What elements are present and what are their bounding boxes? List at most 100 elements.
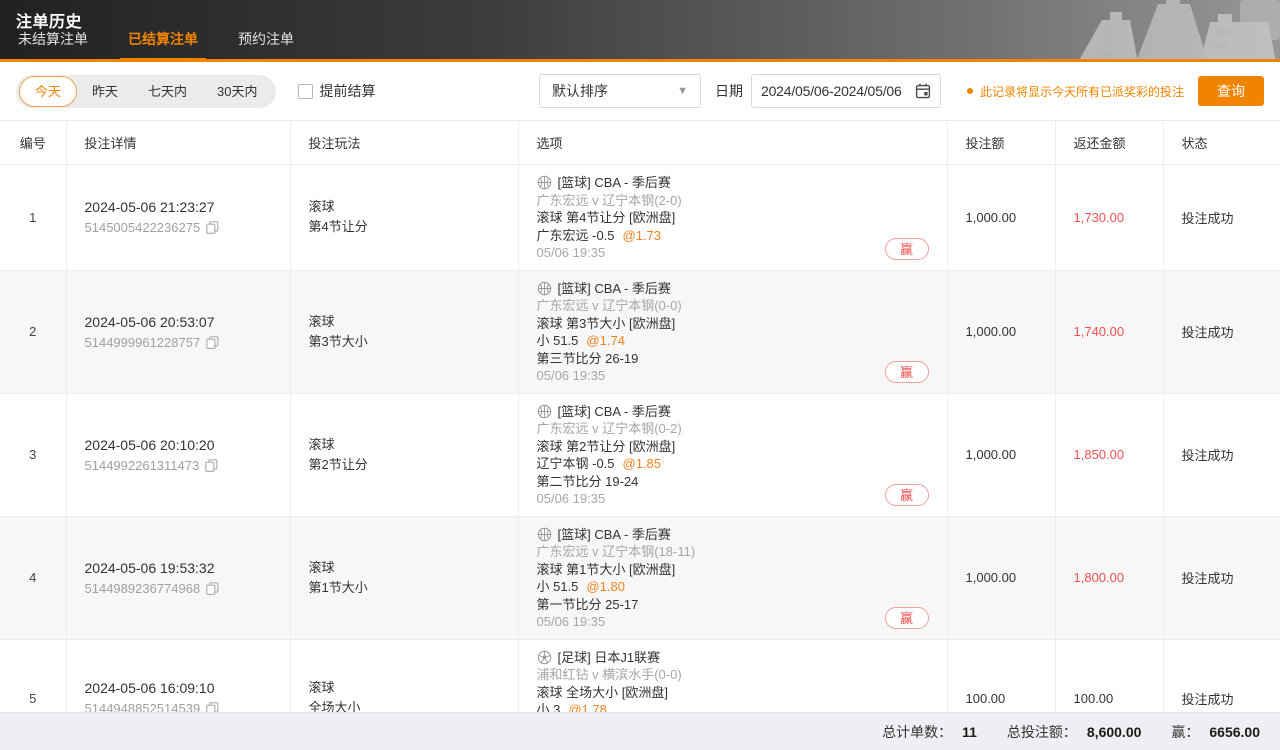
match-name: 广东宏远 v 辽宁本钢(18-11) — [537, 543, 947, 561]
basketball-icon — [537, 175, 552, 190]
win-badge: 赢 — [885, 238, 929, 260]
chevron-down-icon: ▼ — [677, 85, 688, 97]
stake-amount: 1,000.00 — [947, 165, 1055, 271]
bet-detail-cell: 2024-05-06 21:23:27 5145005422236275 — [66, 165, 290, 271]
copy-icon[interactable] — [205, 459, 218, 472]
league-name: [篮球] CBA - 季后赛 — [558, 403, 671, 421]
play-type: 滚球 — [309, 312, 518, 332]
status-text: 投注成功 — [1163, 165, 1280, 271]
play-type: 滚球 — [309, 435, 518, 455]
odds: @1.80 — [586, 579, 625, 594]
league-name: [篮球] CBA - 季后赛 — [558, 174, 671, 192]
total-stake: 总投注额： 8,600.00 — [1007, 722, 1142, 742]
col-header-options: 选项 — [518, 121, 947, 165]
sort-dropdown-value: 默认排序 — [552, 81, 608, 101]
period-score: 第二节比分 19-24 — [537, 473, 947, 491]
odds: @1.85 — [623, 456, 662, 471]
copy-icon[interactable] — [206, 336, 219, 349]
bet-time: 2024-05-06 19:53:32 — [85, 560, 290, 576]
play-type: 滚球 — [309, 558, 518, 578]
league-name: [篮球] CBA - 季后赛 — [558, 280, 671, 298]
win-badge: 赢 — [885, 484, 929, 506]
tab-unsettled[interactable]: 未结算注单 — [16, 21, 90, 59]
soccer-ball-icon — [537, 650, 552, 665]
col-header-no: 编号 — [0, 121, 66, 165]
bets-table: 编号 投注详情 投注玩法 选项 投注额 返还金额 状态 1 2024-05-06… — [0, 120, 1280, 750]
total-stake-value: 8,600.00 — [1087, 724, 1142, 740]
early-settle-checkbox[interactable] — [298, 84, 313, 99]
table-row: 3 2024-05-06 20:10:20 5144992261311473 滚… — [0, 393, 1280, 516]
league-name: [足球] 日本J1联赛 — [558, 649, 661, 667]
options-cell: [篮球] CBA - 季后赛 广东宏远 v 辽宁本钢(0-0) 滚球 第3节大小… — [518, 270, 947, 393]
tab-settled[interactable]: 已结算注单 — [126, 21, 200, 59]
bet-detail-cell: 2024-05-06 20:53:07 5144999961228757 — [66, 270, 290, 393]
tab-reserved[interactable]: 预约注单 — [236, 21, 296, 59]
status-text: 投注成功 — [1163, 516, 1280, 639]
range-pill-yesterday[interactable]: 昨天 — [77, 75, 133, 108]
play-type-cell: 滚球 第2节让分 — [290, 393, 518, 516]
options-cell: [篮球] CBA - 季后赛 广东宏远 v 辽宁本钢(18-11) 滚球 第1节… — [518, 516, 947, 639]
calendar-icon[interactable] — [915, 83, 931, 99]
early-settle-filter[interactable]: 提前结算 — [298, 81, 376, 101]
play-type: 滚球 — [309, 197, 518, 217]
status-text: 投注成功 — [1163, 270, 1280, 393]
return-amount: 1,800.00 — [1055, 516, 1163, 639]
bet-id: 5145005422236275 — [85, 220, 201, 235]
market-name: 滚球 第1节大小 [欧洲盘] — [537, 561, 947, 579]
range-pill-30days[interactable]: 30天内 — [202, 75, 272, 108]
play-market: 第2节让分 — [309, 455, 518, 475]
notice-text: 此记录将显示今天所有已派奖彩的投注 — [980, 83, 1184, 100]
pick: 小 51.5 — [537, 333, 579, 348]
bet-history-page: 注单历史 未结算注单 已结算注单 预约注单 今天 昨天 七天内 30天内 提前结… — [0, 0, 1280, 750]
pick: 小 51.5 — [537, 579, 579, 594]
period-score: 第一节比分 25-17 — [537, 596, 947, 614]
table-row: 1 2024-05-06 21:23:27 5145005422236275 滚… — [0, 165, 1280, 271]
market-name: 滚球 全场大小 [欧洲盘] — [537, 684, 947, 702]
history-tabs: 未结算注单 已结算注单 预约注单 — [16, 21, 296, 59]
return-amount: 1,850.00 — [1055, 393, 1163, 516]
total-win-label: 赢： — [1171, 722, 1199, 742]
return-amount: 1,740.00 — [1055, 270, 1163, 393]
status-text: 投注成功 — [1163, 393, 1280, 516]
win-badge: 赢 — [885, 607, 929, 629]
total-win: 赢： 6656.00 — [1171, 722, 1260, 742]
match-name: 浦和红钻 v 横滨水手(0-0) — [537, 666, 947, 684]
summary-bar: 总计单数： 11 总投注额： 8,600.00 赢： 6656.00 — [0, 712, 1280, 750]
stake-amount: 1,000.00 — [947, 270, 1055, 393]
payout-notice: 此记录将显示今天所有已派奖彩的投注 — [967, 83, 1184, 100]
col-header-stake: 投注额 — [947, 121, 1055, 165]
play-type-cell: 滚球 第3节大小 — [290, 270, 518, 393]
table-row: 2 2024-05-06 20:53:07 5144999961228757 滚… — [0, 270, 1280, 393]
return-amount: 1,730.00 — [1055, 165, 1163, 271]
play-market: 第3节大小 — [309, 332, 518, 352]
bet-id: 5144989236774968 — [85, 581, 201, 596]
basketball-icon — [537, 281, 552, 296]
table-row: 4 2024-05-06 19:53:32 5144989236774968 滚… — [0, 516, 1280, 639]
range-pill-7days[interactable]: 七天内 — [133, 75, 202, 108]
date-range-input[interactable]: 2024/05/06-2024/05/06 — [751, 74, 941, 108]
bet-id: 5144992261311473 — [85, 458, 200, 473]
play-type: 滚球 — [309, 678, 518, 698]
play-market: 第4节让分 — [309, 217, 518, 237]
early-settle-label: 提前结算 — [320, 81, 376, 101]
play-type-cell: 滚球 第4节让分 — [290, 165, 518, 271]
table-header: 编号 投注详情 投注玩法 选项 投注额 返还金额 状态 — [0, 121, 1280, 165]
total-count-label: 总计单数： — [882, 722, 952, 742]
pick: 广东宏远 -0.5 — [537, 228, 615, 243]
range-pill-today[interactable]: 今天 — [19, 76, 77, 107]
total-stake-label: 总投注额： — [1007, 722, 1077, 742]
win-badge: 赢 — [885, 361, 929, 383]
bet-no: 1 — [0, 165, 66, 271]
copy-icon[interactable] — [206, 582, 219, 595]
total-count: 总计单数： 11 — [882, 722, 977, 742]
bet-time: 2024-05-06 21:23:27 — [85, 199, 290, 215]
page-header: 注单历史 未结算注单 已结算注单 预约注单 — [0, 0, 1280, 62]
copy-icon[interactable] — [206, 221, 219, 234]
market-name: 滚球 第2节让分 [欧洲盘] — [537, 438, 947, 456]
search-button[interactable]: 查询 — [1198, 76, 1264, 106]
sort-dropdown[interactable]: 默认排序 ▼ — [539, 74, 701, 108]
col-header-play: 投注玩法 — [290, 121, 518, 165]
bet-id: 5144999961228757 — [85, 335, 201, 350]
total-count-value: 11 — [962, 724, 977, 740]
market-name: 滚球 第3节大小 [欧洲盘] — [537, 315, 947, 333]
